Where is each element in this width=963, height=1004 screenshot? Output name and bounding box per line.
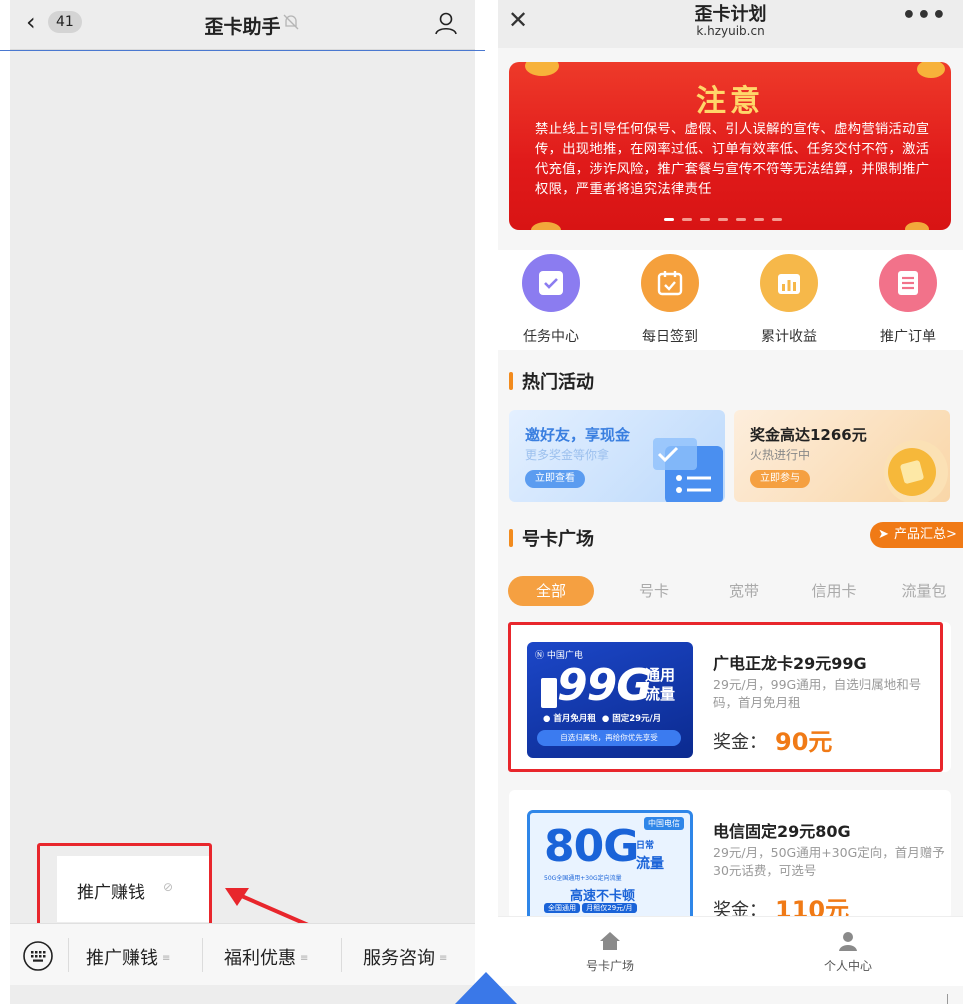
menu-item-promote[interactable]: 推广赚钱 ≡ (86, 944, 170, 970)
mute-bell-icon (283, 14, 299, 30)
bottom-navigation: 号卡广场 个人中心 (498, 916, 963, 986)
nav-personal-center[interactable]: 个人中心 (788, 931, 908, 974)
category-tabs: 全部 号卡 宽带 信用卡 流量包 (498, 574, 963, 608)
hot-activities-title: 热门活动 (522, 372, 594, 393)
divider-line (947, 994, 948, 1004)
task-icon (522, 254, 580, 312)
menu-separator (202, 938, 203, 972)
menu-separator (68, 938, 69, 972)
promo-title: 奖金高达1266元 (750, 426, 867, 444)
quick-action-label: 每日签到 (642, 329, 698, 345)
coin-icon (884, 440, 948, 502)
quick-action-orders[interactable]: 推广订单 (858, 254, 958, 346)
menu-lines-icon: ≡ (439, 953, 448, 964)
product-image: 中国电信 80G 日常 流量 50G全国通用+30G定向流量 高速不卡顿 全国通用… (527, 810, 693, 926)
webview-url: k.hzyuib.cn (696, 24, 765, 38)
user-profile-icon[interactable] (433, 10, 459, 36)
product-headline: 80G (544, 821, 639, 872)
webview-title: 歪卡计划 (694, 4, 767, 25)
section-marker (509, 529, 513, 547)
card-plaza-title: 号卡广场 (522, 529, 594, 550)
quick-action-label: 推广订单 (880, 329, 936, 345)
product-description: 29元/月，50G通用+30G定向，首月赠予30元话费，可选号 (713, 845, 945, 878)
product-name: 电信固定29元80G (713, 822, 851, 841)
highlight-box (508, 622, 943, 772)
home-icon (600, 932, 620, 950)
tab-data-pack[interactable]: 流量包 (888, 576, 960, 606)
quick-actions: 任务中心 每日签到 累计收益 推广订单 (498, 250, 963, 350)
checklist-icon (653, 438, 723, 502)
product-badges: 全国通用 月租仅29元/月 (544, 903, 637, 913)
banner-title: 注意 (696, 84, 764, 119)
quick-action-label: 任务中心 (523, 329, 579, 345)
person-icon (839, 932, 857, 951)
calendar-icon (641, 254, 699, 312)
promo-title: 邀好友，享现金 (525, 426, 631, 444)
webview-window: ✕ 歪卡计划 k.hzyuib.cn ••• 注意 禁止线上引导任何保号、虚假、… (498, 0, 963, 1004)
promo-card-invite[interactable]: 邀好友，享现金 更多奖金等你拿 立即查看 (509, 410, 725, 502)
chat-window: ‹ 41 歪卡助手 推广赚钱 ⊘ 推广赚钱 ≡ 福利优惠 ≡ 服务咨询 ≡ (0, 0, 485, 1004)
tab-credit-card[interactable]: 信用卡 (798, 576, 870, 606)
tab-broadband[interactable]: 宽带 (708, 576, 780, 606)
section-marker (509, 372, 513, 390)
paper-plane-icon: ➤ (878, 527, 889, 542)
chat-title: 歪卡助手 (204, 16, 281, 38)
promo-subtitle: 更多奖金等你拿 (525, 448, 610, 462)
menu-item-benefits[interactable]: 福利优惠 ≡ (224, 944, 308, 970)
more-options-icon[interactable]: ••• (902, 3, 947, 28)
product-summary-button[interactable]: ➤ 产品汇总> (870, 522, 963, 548)
menu-item-service[interactable]: 服务咨询 ≡ (363, 944, 447, 970)
coin-decoration (905, 222, 929, 230)
product-small-text: 50G全国通用+30G定向流量 (544, 875, 622, 882)
chart-icon (760, 254, 818, 312)
quick-action-task-center[interactable]: 任务中心 (501, 254, 601, 346)
promo-button[interactable]: 立即参与 (750, 470, 810, 488)
quick-action-earnings[interactable]: 累计收益 (739, 254, 839, 346)
tab-all[interactable]: 全部 (508, 576, 594, 606)
order-icon (879, 254, 937, 312)
coin-decoration (525, 62, 559, 76)
highlight-box (37, 843, 212, 931)
product-card[interactable]: 中国电信 80G 日常 流量 50G全国通用+30G定向流量 高速不卡顿 全国通用… (509, 790, 951, 926)
coin-decoration (531, 222, 561, 230)
product-slogan: 高速不卡顿 (570, 889, 636, 904)
menu-lines-icon: ≡ (300, 953, 309, 964)
brand-logo: 中国电信 (644, 817, 684, 830)
chat-bottom-menu: 推广赚钱 ≡ 福利优惠 ≡ 服务咨询 ≡ (10, 923, 475, 985)
tab-sim-card[interactable]: 号卡 (618, 576, 690, 606)
carousel-dots[interactable] (664, 218, 804, 222)
nav-card-plaza[interactable]: 号卡广场 (550, 931, 670, 974)
notice-banner[interactable]: 注意 禁止线上引导任何保号、虚假、引人误解的宣传、虚构营销活动宣传，出现地推，在… (509, 62, 951, 230)
promo-subtitle: 火热进行中 (750, 448, 811, 462)
webview-header: ✕ 歪卡计划 k.hzyuib.cn ••• (498, 0, 963, 48)
blue-triangle-marker (455, 972, 517, 1004)
banner-text: 禁止线上引导任何保号、虚假、引人误解的宣传、虚构营销活动宣传，出现地推，在网率过… (535, 122, 930, 197)
chat-header: ‹ 41 歪卡助手 (10, 0, 475, 50)
menu-separator (341, 938, 342, 972)
product-feature: 日常 流量 (636, 841, 664, 872)
menu-lines-icon: ≡ (162, 953, 171, 964)
promo-button[interactable]: 立即查看 (525, 470, 585, 488)
selection-divider (0, 50, 485, 51)
promo-card-bonus[interactable]: 奖金高达1266元 火热进行中 立即参与 (734, 410, 950, 502)
keyboard-icon[interactable] (22, 940, 54, 972)
quick-action-daily-checkin[interactable]: 每日签到 (620, 254, 720, 346)
quick-action-label: 累计收益 (761, 329, 817, 345)
